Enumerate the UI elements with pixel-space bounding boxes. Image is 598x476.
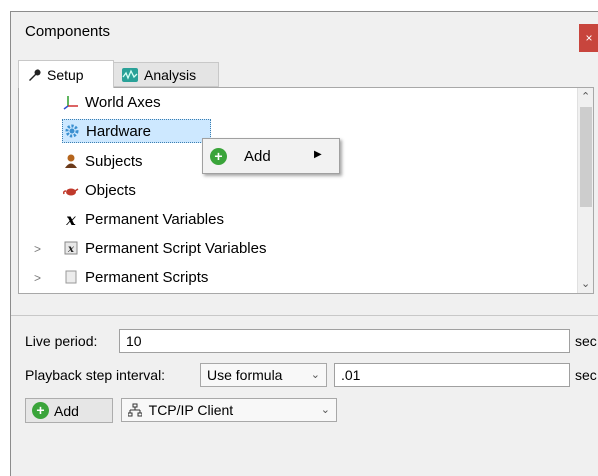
tree-item-permanent-variables[interactable]: x Permanent Variables xyxy=(63,207,224,231)
tree-item-permanent-script-variables[interactable]: x Permanent Script Variables xyxy=(63,236,266,260)
window-title: Components xyxy=(25,23,111,40)
tree-scrollbar[interactable]: ⌃ ⌄ xyxy=(577,88,593,293)
script-icon xyxy=(63,269,79,285)
tree-item-label: Hardware xyxy=(86,122,152,140)
gear-icon xyxy=(64,123,80,139)
components-window: Components × Setup Analysis World Axes H… xyxy=(10,11,598,476)
live-period-unit: sec xyxy=(575,333,597,349)
menu-item-add[interactable]: Add xyxy=(244,148,271,165)
scrollbar-thumb[interactable] xyxy=(580,107,592,207)
add-button-label: Add xyxy=(54,402,79,419)
axes-icon xyxy=(63,94,79,110)
device-type-value: TCP/IP Client xyxy=(148,402,234,418)
person-icon xyxy=(63,153,79,169)
playback-interval-label: Playback step interval: xyxy=(25,367,166,383)
close-button[interactable]: × xyxy=(579,24,598,52)
device-type-select[interactable]: TCP/IP Client ⌄ xyxy=(121,398,337,422)
scroll-down-icon[interactable]: ⌄ xyxy=(581,277,590,290)
tree-item-subjects[interactable]: Subjects xyxy=(63,149,143,173)
divider xyxy=(11,315,598,316)
component-tree[interactable]: World Axes Hardware Subjects Objects x P… xyxy=(18,87,594,294)
add-icon: + xyxy=(32,402,49,419)
svg-text:x: x xyxy=(67,244,75,255)
playback-mode-value: Use formula xyxy=(207,367,283,383)
tree-item-permanent-scripts[interactable]: Permanent Scripts xyxy=(63,265,208,289)
submenu-arrow-icon: ▶ xyxy=(314,149,322,160)
script-variable-icon: x xyxy=(63,240,79,256)
add-button[interactable]: + Add xyxy=(25,398,113,423)
chevron-down-icon: ⌄ xyxy=(320,404,330,416)
tab-setup-label: Setup xyxy=(47,66,84,83)
teapot-icon xyxy=(63,182,79,198)
tab-setup[interactable]: Setup xyxy=(18,60,114,88)
network-icon xyxy=(127,403,143,417)
tree-item-world-axes[interactable]: World Axes xyxy=(63,90,161,114)
playback-mode-select[interactable]: Use formula ⌄ xyxy=(200,363,327,387)
live-period-label: Live period: xyxy=(25,333,98,349)
tree-item-label: Permanent Script Variables xyxy=(85,239,267,257)
tree-item-label: Objects xyxy=(85,181,136,199)
expand-chevron-icon[interactable]: > xyxy=(34,242,41,256)
chevron-down-icon: ⌄ xyxy=(310,369,320,381)
variable-x-icon: x xyxy=(66,209,76,229)
tree-item-objects[interactable]: Objects xyxy=(63,178,136,202)
add-icon: + xyxy=(210,148,227,165)
tree-item-label: Permanent Scripts xyxy=(85,268,209,286)
playback-interval-input[interactable]: .01 xyxy=(334,363,570,387)
tab-analysis[interactable]: Analysis xyxy=(113,62,219,87)
scroll-up-icon[interactable]: ⌃ xyxy=(581,90,590,103)
expand-chevron-icon[interactable]: > xyxy=(34,271,41,285)
tree-item-hardware[interactable]: Hardware xyxy=(62,119,211,143)
wrench-icon xyxy=(29,68,41,81)
tab-analysis-label: Analysis xyxy=(144,66,197,83)
tree-item-label: Permanent Variables xyxy=(85,210,224,228)
tree-item-label: Subjects xyxy=(85,152,143,170)
playback-interval-unit: sec xyxy=(575,367,597,383)
tree-item-label: World Axes xyxy=(85,93,161,111)
live-period-input[interactable]: 10 xyxy=(119,329,570,353)
context-menu: + Add ▶ xyxy=(202,138,340,174)
waveform-icon xyxy=(122,67,138,82)
